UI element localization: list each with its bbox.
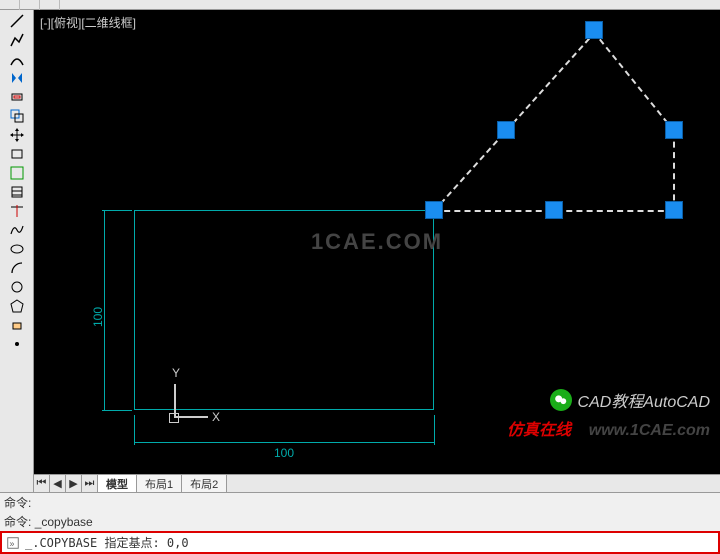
dimension-v-ext1 [102, 210, 132, 211]
tab-nav: ⏮ ◀ ▶ ⏭ [34, 475, 98, 492]
offset-tool-icon[interactable] [8, 88, 26, 106]
watermark-right-2a: 仿真在线 [507, 422, 571, 439]
region-tool-icon[interactable] [8, 164, 26, 182]
grip[interactable] [585, 21, 603, 39]
pline-tool-icon[interactable] [8, 31, 26, 49]
draw-toolbar [0, 10, 34, 492]
watermark-right-1-text: CAD教程AutoCAD [578, 388, 710, 412]
ucs-y-label: Y [172, 366, 180, 380]
tab-layout1[interactable]: 布局1 [137, 475, 182, 492]
hatch-tool-icon[interactable] [8, 183, 26, 201]
copy-tool-icon[interactable] [8, 107, 26, 125]
command-area: 命令: 命令: _copybase » _.COPYBASE 指定基点: 0,0 [0, 492, 720, 554]
toolbar-button[interactable] [0, 0, 20, 10]
dimension-h-ext2 [434, 415, 435, 445]
line-tool-icon[interactable] [8, 12, 26, 30]
drawing-layer: 100 100 [34, 10, 720, 474]
ucs-x-label: X [212, 410, 220, 424]
tab-first-icon[interactable]: ⏮ [34, 475, 50, 492]
toolbar-button[interactable] [40, 0, 60, 10]
dimension-h-ext1 [134, 415, 135, 445]
arc2-tool-icon[interactable] [8, 259, 26, 277]
command-history-line-2: 命令: _copybase [0, 512, 720, 531]
watermark-right-1: CAD教程AutoCAD [550, 388, 710, 412]
grip[interactable] [545, 201, 563, 219]
tab-layout2[interactable]: 布局2 [182, 475, 227, 492]
rect-tool-icon[interactable] [8, 145, 26, 163]
trim-tool-icon[interactable] [8, 202, 26, 220]
circle-tool-icon[interactable] [8, 278, 26, 296]
watermark-center: 1CAE.COM [311, 229, 443, 255]
ucs-icon[interactable]: Y X [174, 378, 214, 418]
toolbar-top [0, 0, 720, 10]
move-tool-icon[interactable] [8, 126, 26, 144]
wechat-icon [550, 389, 572, 411]
tab-last-icon[interactable]: ⏭ [82, 475, 98, 492]
grip[interactable] [497, 121, 515, 139]
ucs-origin-icon [169, 413, 179, 423]
poly-tool-icon[interactable] [8, 297, 26, 315]
command-input-row[interactable]: » _.COPYBASE 指定基点: 0,0 [0, 531, 720, 554]
command-input-text[interactable]: _.COPYBASE 指定基点: 0,0 [25, 534, 715, 551]
svg-text:»: » [10, 538, 15, 548]
layout-tabs: ⏮ ◀ ▶ ⏭ 模型 布局1 布局2 [34, 474, 720, 492]
drawing-canvas[interactable]: 100 100 [34, 10, 720, 474]
spline-tool-icon[interactable] [8, 221, 26, 239]
dimension-h-line[interactable] [134, 442, 434, 443]
dimension-v-text[interactable]: 100 [91, 307, 105, 327]
tab-model[interactable]: 模型 [98, 475, 137, 492]
grip[interactable] [425, 201, 443, 219]
app-root: [-][俯视][二维线框] 100 100 [0, 0, 720, 554]
toolbar-button[interactable] [20, 0, 40, 10]
cmd-line2-text: _copybase [35, 515, 93, 529]
main-area: [-][俯视][二维线框] 100 100 [0, 10, 720, 492]
cmd-line1-prefix: 命令: [4, 496, 31, 510]
grip[interactable] [665, 201, 683, 219]
cmd-line2-prefix: 命令: [4, 515, 31, 529]
ellipse-tool-icon[interactable] [8, 240, 26, 258]
tab-next-icon[interactable]: ▶ [66, 475, 82, 492]
watermark-right-2b: www.1CAE.com [589, 422, 710, 439]
dimension-h-text[interactable]: 100 [274, 446, 294, 460]
canvas-wrap: [-][俯视][二维线框] 100 100 [34, 10, 720, 492]
point-tool-icon[interactable] [8, 335, 26, 353]
arc-tool-icon[interactable] [8, 50, 26, 68]
mirror-tool-icon[interactable] [8, 69, 26, 87]
command-prompt-icon: » [5, 536, 21, 550]
dimension-v-ext2 [102, 410, 132, 411]
selected-line-4[interactable] [593, 31, 675, 132]
erase-tool-icon[interactable] [8, 316, 26, 334]
selected-line-2[interactable] [673, 131, 675, 211]
ucs-x-axis-icon [174, 416, 208, 418]
tab-prev-icon[interactable]: ◀ [50, 475, 66, 492]
watermark-right-2: 仿真在线 www.1CAE.com [507, 416, 710, 440]
grip[interactable] [665, 121, 683, 139]
command-history-line-1: 命令: [0, 493, 720, 512]
